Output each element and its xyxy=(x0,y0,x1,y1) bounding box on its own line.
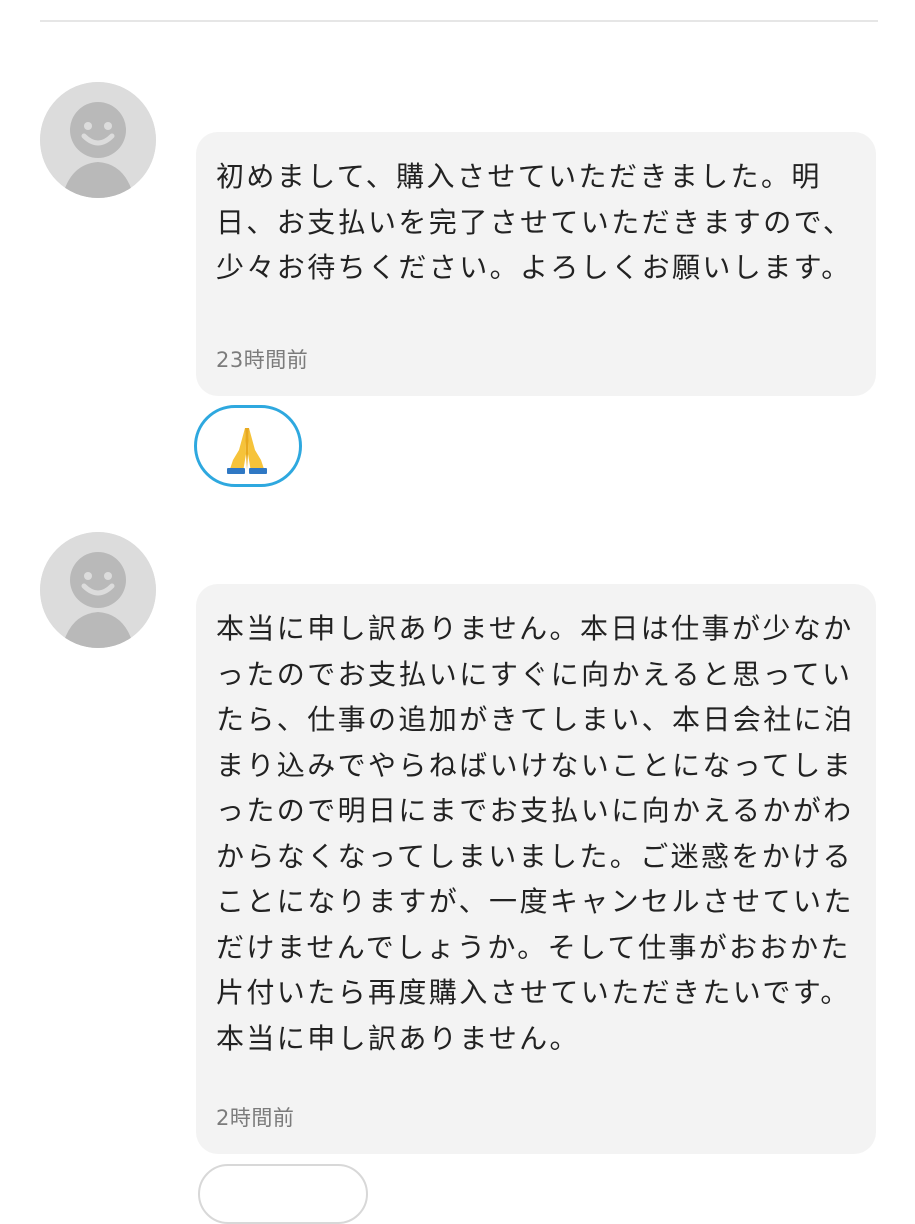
message-bubble: 本当に申し訳ありません。本日は仕事が少なかったのでお支払いにすぐに向かえると思っ… xyxy=(196,584,876,1154)
folded-hands-icon xyxy=(227,428,267,474)
message-text: 初めまして、購入させていただきました。明日、お支払いを完了させていただきますので… xyxy=(216,160,854,284)
user-avatar[interactable] xyxy=(40,82,156,198)
default-avatar-icon xyxy=(40,532,156,648)
default-avatar-icon xyxy=(40,82,156,198)
reaction-button[interactable] xyxy=(194,405,302,487)
user-avatar[interactable] xyxy=(40,532,156,648)
message-text: 本当に申し訳ありません。本日は仕事が少なかったのでお支払いにすぐに向かえると思っ… xyxy=(216,612,855,1055)
message-bubble: 初めまして、購入させていただきました。明日、お支払いを完了させていただきますので… xyxy=(196,132,876,396)
message-timestamp: 2時間前 xyxy=(216,1106,295,1130)
top-divider xyxy=(40,20,878,22)
message-timestamp: 23時間前 xyxy=(216,348,309,372)
add-reaction-button[interactable] xyxy=(198,1164,368,1224)
